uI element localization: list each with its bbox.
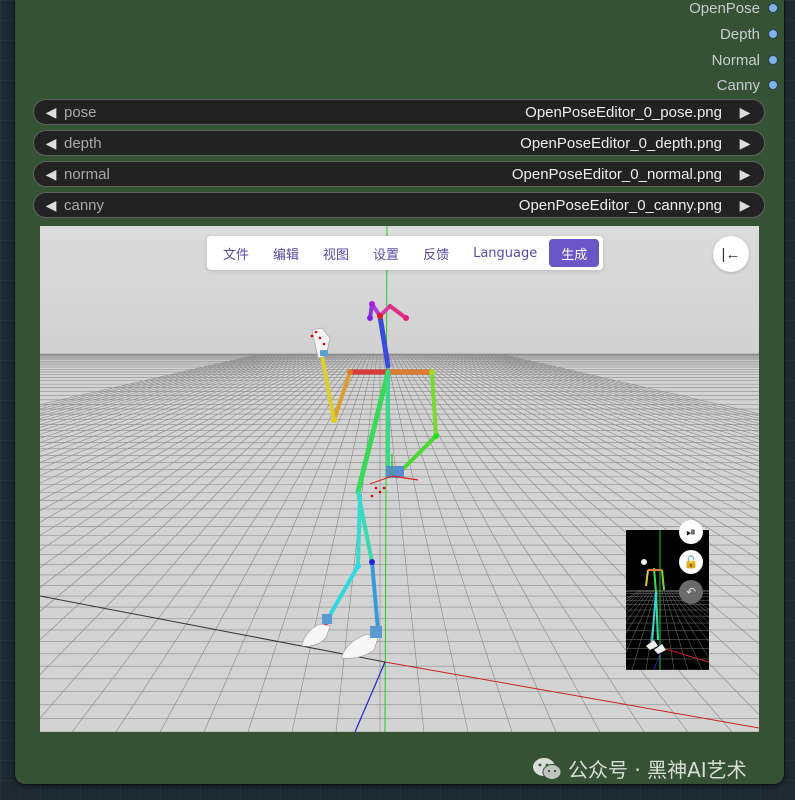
unlock-icon: 🔓	[683, 555, 699, 569]
combo-pose-label: pose	[64, 103, 97, 121]
output-canny[interactable]: Canny	[717, 75, 778, 95]
play-pause-icon: ⏯	[686, 524, 696, 539]
combo-pose[interactable]: ◀ pose OpenPoseEditor_0_pose.png ▶	[33, 99, 765, 125]
output-openpose[interactable]: OpenPose	[689, 0, 778, 18]
combo-pose-value[interactable]: OpenPoseEditor_0_pose.png	[525, 104, 722, 121]
menu-settings[interactable]: 设置	[361, 239, 411, 267]
menu-language[interactable]: Language	[461, 239, 549, 267]
watermark: 公众号 · 黑神AI艺术	[532, 754, 747, 783]
combo-prev-icon[interactable]: ◀	[40, 166, 62, 183]
watermark-text: 公众号 · 黑神AI艺术	[568, 758, 747, 782]
preview-play-button[interactable]: ⏯	[679, 520, 703, 544]
combo-depth[interactable]: ◀ depth OpenPoseEditor_0_depth.png ▶	[33, 130, 765, 156]
output-canny-dot-icon[interactable]	[768, 80, 778, 90]
output-depth-label: Depth	[719, 25, 760, 43]
combo-next-icon[interactable]: ▶	[734, 166, 756, 183]
preview-lock-button[interactable]: 🔓	[679, 550, 703, 574]
combo-depth-label: depth	[64, 134, 102, 152]
undo-icon: ↶	[685, 585, 697, 599]
collapse-left-icon: |←	[721, 245, 741, 263]
openpose-editor-node: OpenPose Depth Normal Canny ◀ pose OpenP…	[15, 0, 784, 784]
combo-canny-label: canny	[64, 196, 105, 214]
combo-canny-value[interactable]: OpenPoseEditor_0_canny.png	[519, 197, 722, 214]
menu-view[interactable]: 视图	[311, 239, 361, 267]
wechat-icon	[533, 757, 562, 780]
output-depth[interactable]: Depth	[720, 24, 778, 44]
combo-next-icon[interactable]: ▶	[734, 197, 756, 214]
combo-normal-label: normal	[64, 165, 110, 183]
preview-undo-button[interactable]: ↶	[679, 580, 703, 604]
output-normal-dot-icon[interactable]	[768, 55, 778, 65]
output-normal-label: Normal	[711, 51, 760, 69]
output-normal[interactable]: Normal	[712, 50, 778, 70]
combo-next-icon[interactable]: ▶	[734, 135, 756, 152]
output-depth-dot-icon[interactable]	[768, 29, 778, 39]
combo-prev-icon[interactable]: ◀	[40, 197, 62, 214]
combo-normal-value[interactable]: OpenPoseEditor_0_normal.png	[512, 166, 722, 183]
combo-depth-value[interactable]: OpenPoseEditor_0_depth.png	[520, 135, 722, 152]
collapse-panel-button[interactable]: |←	[713, 236, 749, 272]
output-canny-label: Canny	[716, 76, 760, 94]
combo-next-icon[interactable]: ▶	[734, 104, 756, 121]
combo-prev-icon[interactable]: ◀	[40, 135, 62, 152]
editor-menubar: 文件 编辑 视图 设置 反馈 Language 生成	[207, 236, 604, 270]
generate-button[interactable]: 生成	[549, 239, 600, 267]
output-openpose-label: OpenPose	[689, 0, 760, 17]
output-openpose-dot-icon[interactable]	[768, 3, 778, 13]
menu-file[interactable]: 文件	[211, 239, 261, 267]
3d-viewport[interactable]: 文件 编辑 视图 设置 反馈 Language 生成 |← ⏯ 🔓 ↶	[40, 226, 759, 732]
menu-feedback[interactable]: 反馈	[411, 239, 461, 267]
menu-edit[interactable]: 编辑	[261, 239, 311, 267]
combo-canny[interactable]: ◀ canny OpenPoseEditor_0_canny.png ▶	[33, 192, 765, 218]
combo-prev-icon[interactable]: ◀	[40, 104, 62, 121]
combo-normal[interactable]: ◀ normal OpenPoseEditor_0_normal.png ▶	[33, 161, 765, 187]
